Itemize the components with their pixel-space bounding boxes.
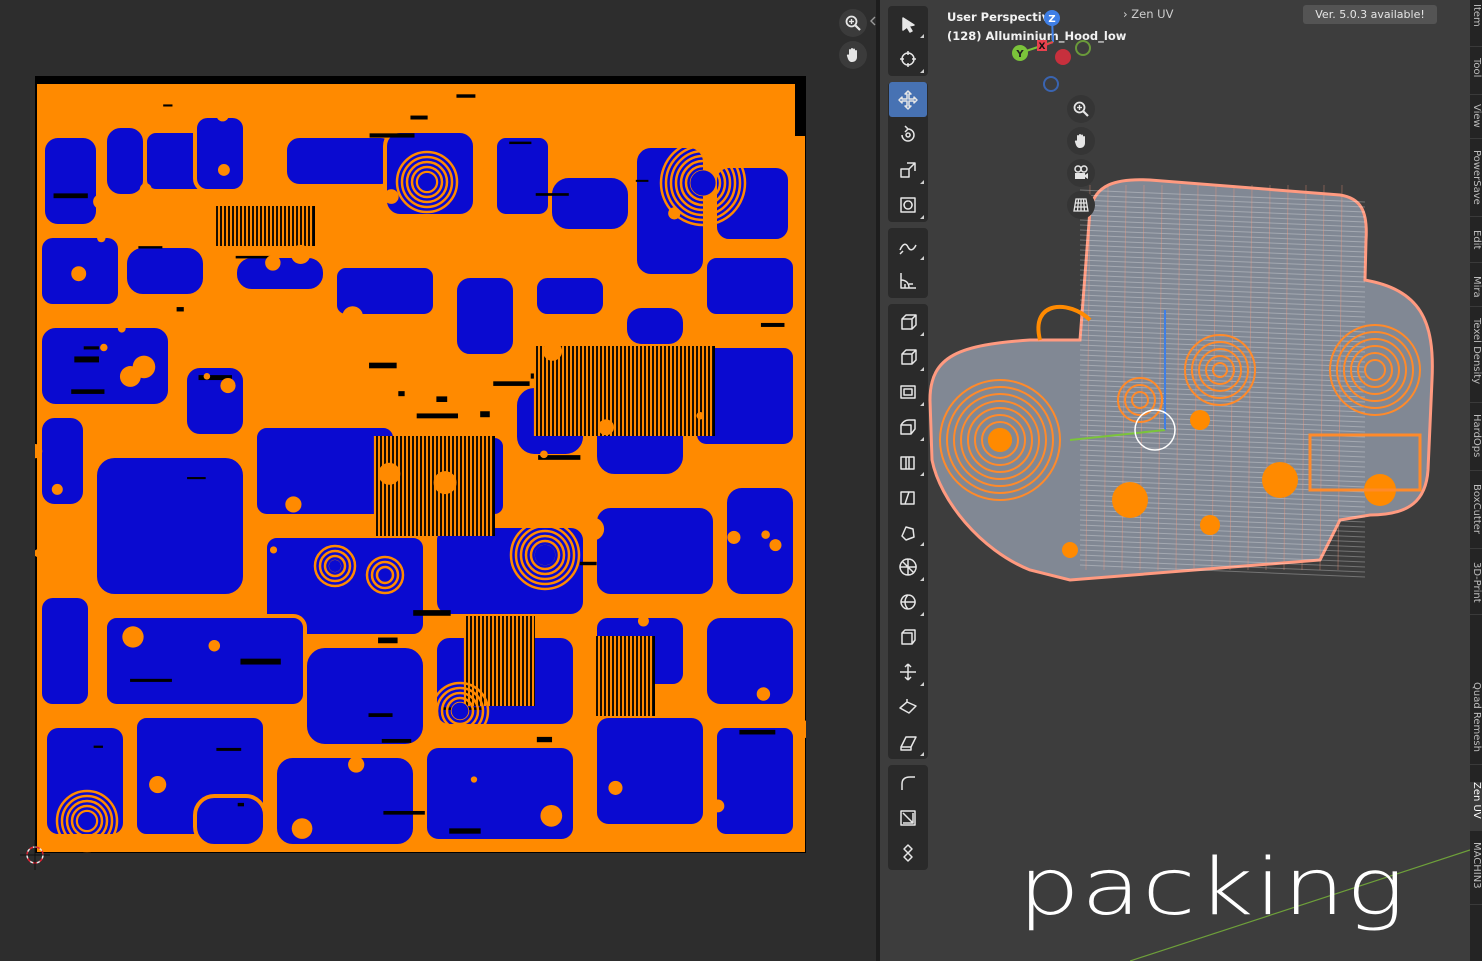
npanel-tab-boxcutter[interactable]: BoxCutter (1470, 484, 1482, 549)
tool-bevel[interactable] (889, 409, 927, 444)
viewport-zoom-button[interactable] (1067, 95, 1095, 123)
measure-icon (900, 272, 916, 289)
tool-uv-tool-b[interactable] (889, 800, 927, 835)
tool-knife[interactable] (889, 479, 927, 514)
tool-group (888, 228, 928, 298)
edge-slide-icon (901, 628, 916, 645)
tool-move[interactable] (889, 82, 927, 117)
breadcrumb-label: Zen UV (1131, 7, 1174, 21)
tool-measure[interactable] (889, 263, 927, 298)
gizmo-z-label: Z (1048, 14, 1055, 25)
tool-shrink-fatten[interactable] (889, 654, 927, 689)
camera-icon (1074, 165, 1088, 179)
tool-smooth[interactable] (889, 584, 927, 619)
model-wireframe (928, 178, 1434, 582)
tool-annotate[interactable] (889, 228, 927, 263)
knife-icon (900, 490, 915, 505)
viewport-camera-button[interactable] (1067, 159, 1095, 187)
packing-caption: packing (1018, 843, 1406, 933)
tool-poly-build[interactable] (889, 514, 927, 549)
npanel-tab-3d-print[interactable]: 3D-Print (1470, 562, 1482, 615)
tool-group (888, 304, 928, 759)
uv-tool-a-icon (901, 775, 915, 790)
inset-icon (900, 384, 916, 399)
tool-spin[interactable] (889, 549, 927, 584)
tool-uv-tool-a[interactable] (889, 765, 927, 800)
select-box-icon (902, 16, 915, 33)
tool-shear[interactable] (889, 689, 927, 724)
navigation-gizmo[interactable]: Z Y X (1008, 8, 1098, 98)
viewport-projection-button[interactable] (1067, 191, 1095, 219)
npanel-tab-hardops[interactable]: HardOps (1470, 414, 1482, 471)
transform-icon (900, 196, 916, 213)
rotate-icon (901, 124, 915, 142)
tool-group (888, 82, 928, 222)
gizmo-x-label: X (1039, 42, 1046, 52)
uv-islands (35, 76, 806, 853)
zoom-icon (845, 15, 861, 31)
tool-scale[interactable] (889, 152, 927, 187)
n-panel-tabs: Item Tool View PowerSave Edit Mira Texel Densi… (1470, 0, 1482, 961)
zoom-icon (1073, 101, 1089, 117)
tool-group (888, 6, 928, 76)
hand-icon (846, 48, 857, 62)
npanel-tab-mira[interactable]: Mira (1470, 276, 1482, 307)
tool-rip[interactable] (889, 724, 927, 759)
poly-build-icon (901, 525, 915, 541)
move-icon (898, 89, 918, 110)
uv-layout-canvas[interactable] (35, 76, 806, 853)
tool-select-box[interactable] (889, 6, 927, 41)
smooth-icon (900, 593, 916, 610)
npanel-tab-zen-uv[interactable]: Zen UV (1470, 782, 1482, 831)
zen-uv-breadcrumb[interactable]: › Zen UV (1123, 7, 1173, 21)
tool-cursor[interactable] (889, 41, 927, 76)
viewport-pan-button[interactable] (1067, 127, 1095, 155)
shear-icon (899, 698, 917, 714)
uv-pan-button[interactable] (839, 41, 867, 69)
cursor-icon (900, 50, 916, 67)
npanel-tab-tool[interactable]: Tool (1470, 58, 1482, 95)
shrink-fatten-icon (900, 662, 916, 681)
spin-icon (899, 557, 917, 576)
npanel-tab-item[interactable]: Item (1470, 4, 1482, 47)
tool-rotate[interactable] (889, 117, 927, 152)
annotate-icon (899, 243, 917, 255)
uv-editor[interactable] (0, 0, 876, 961)
hand-icon (1074, 134, 1085, 148)
tool-add-cube[interactable] (889, 304, 927, 339)
grid-icon (1073, 198, 1089, 212)
uv-zoom-button[interactable] (839, 9, 867, 37)
tool-shelf (888, 6, 928, 876)
tool-transform[interactable] (889, 187, 927, 222)
npanel-tab-quad-remesh[interactable]: Quad Remesh (1470, 682, 1482, 765)
tool-uv-tool-c[interactable] (889, 835, 927, 870)
tool-inset[interactable] (889, 374, 927, 409)
loop-cut-icon (900, 455, 915, 470)
npanel-tab-texel-density[interactable]: Texel Density (1470, 318, 1482, 403)
extrude-icon (901, 348, 917, 365)
2d-cursor-icon[interactable] (20, 840, 50, 870)
3d-viewport[interactable]: User Perspective (128) Alluminium_Hood_l… (880, 0, 1470, 961)
npanel-tab-view[interactable]: View (1470, 104, 1482, 139)
uv-tool-b-icon (900, 809, 916, 826)
npanel-tab-machin3[interactable]: MACHIN3 (1470, 842, 1482, 905)
tool-edge-slide[interactable] (889, 619, 927, 654)
gizmo-y-label: Y (1015, 49, 1024, 60)
rip-icon (900, 735, 917, 751)
version-notice[interactable]: Ver. 5.0.3 available! (1303, 5, 1437, 24)
scale-icon (900, 161, 916, 178)
bevel-icon (900, 418, 916, 435)
npanel-tab-powersave[interactable]: PowerSave (1470, 150, 1482, 217)
npanel-tab-edit[interactable]: Edit (1470, 230, 1482, 263)
tool-extrude[interactable] (889, 339, 927, 374)
add-cube-icon (901, 313, 917, 330)
uv-tool-c-icon (903, 843, 913, 862)
tool-group (888, 765, 928, 870)
tool-loop-cut[interactable] (889, 444, 927, 479)
